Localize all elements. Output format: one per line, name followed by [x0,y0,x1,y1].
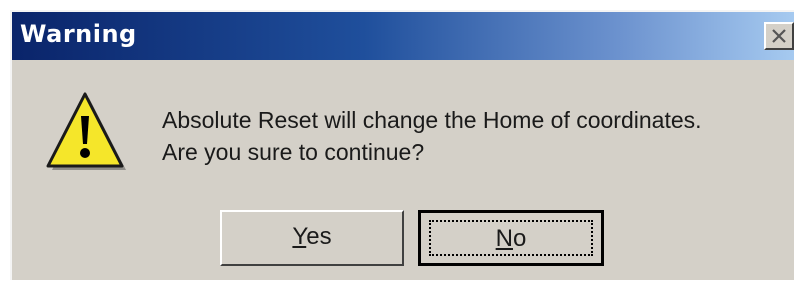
yes-mnemonic: Y [292,223,307,250]
no-label-rest: o [512,225,527,252]
warning-triangle-icon [46,92,126,170]
focus-rectangle: No [429,220,593,256]
no-mnemonic: N [495,225,513,252]
title-bar[interactable]: Warning [12,12,794,60]
dialog-title: Warning [20,20,137,48]
warning-dialog: Warning Absolute Reset will change the H… [10,10,794,280]
message-line-2: Are you sure to continue? [162,139,425,165]
yes-button[interactable]: Yes [220,210,404,266]
no-button[interactable]: No [418,210,604,266]
close-button[interactable] [764,22,794,50]
message-line-1: Absolute Reset will change the Home of c… [162,107,702,133]
message-text: Absolute Reset will change the Home of c… [162,104,702,168]
close-icon [772,29,786,43]
yes-label-rest: es [306,223,332,250]
